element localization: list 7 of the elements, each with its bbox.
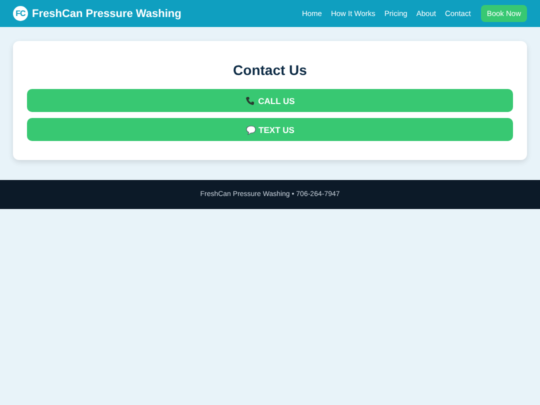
contact-title: Contact Us — [233, 62, 307, 78]
brand-name: FreshCan Pressure Washing — [32, 8, 182, 20]
contact-button[interactable]: TEXT US — [27, 118, 513, 141]
logo-icon: FC — [13, 6, 28, 21]
phone-icon — [245, 96, 256, 106]
speech-bubble-icon — [246, 124, 256, 134]
contact-button[interactable]: CALL US — [27, 89, 513, 112]
